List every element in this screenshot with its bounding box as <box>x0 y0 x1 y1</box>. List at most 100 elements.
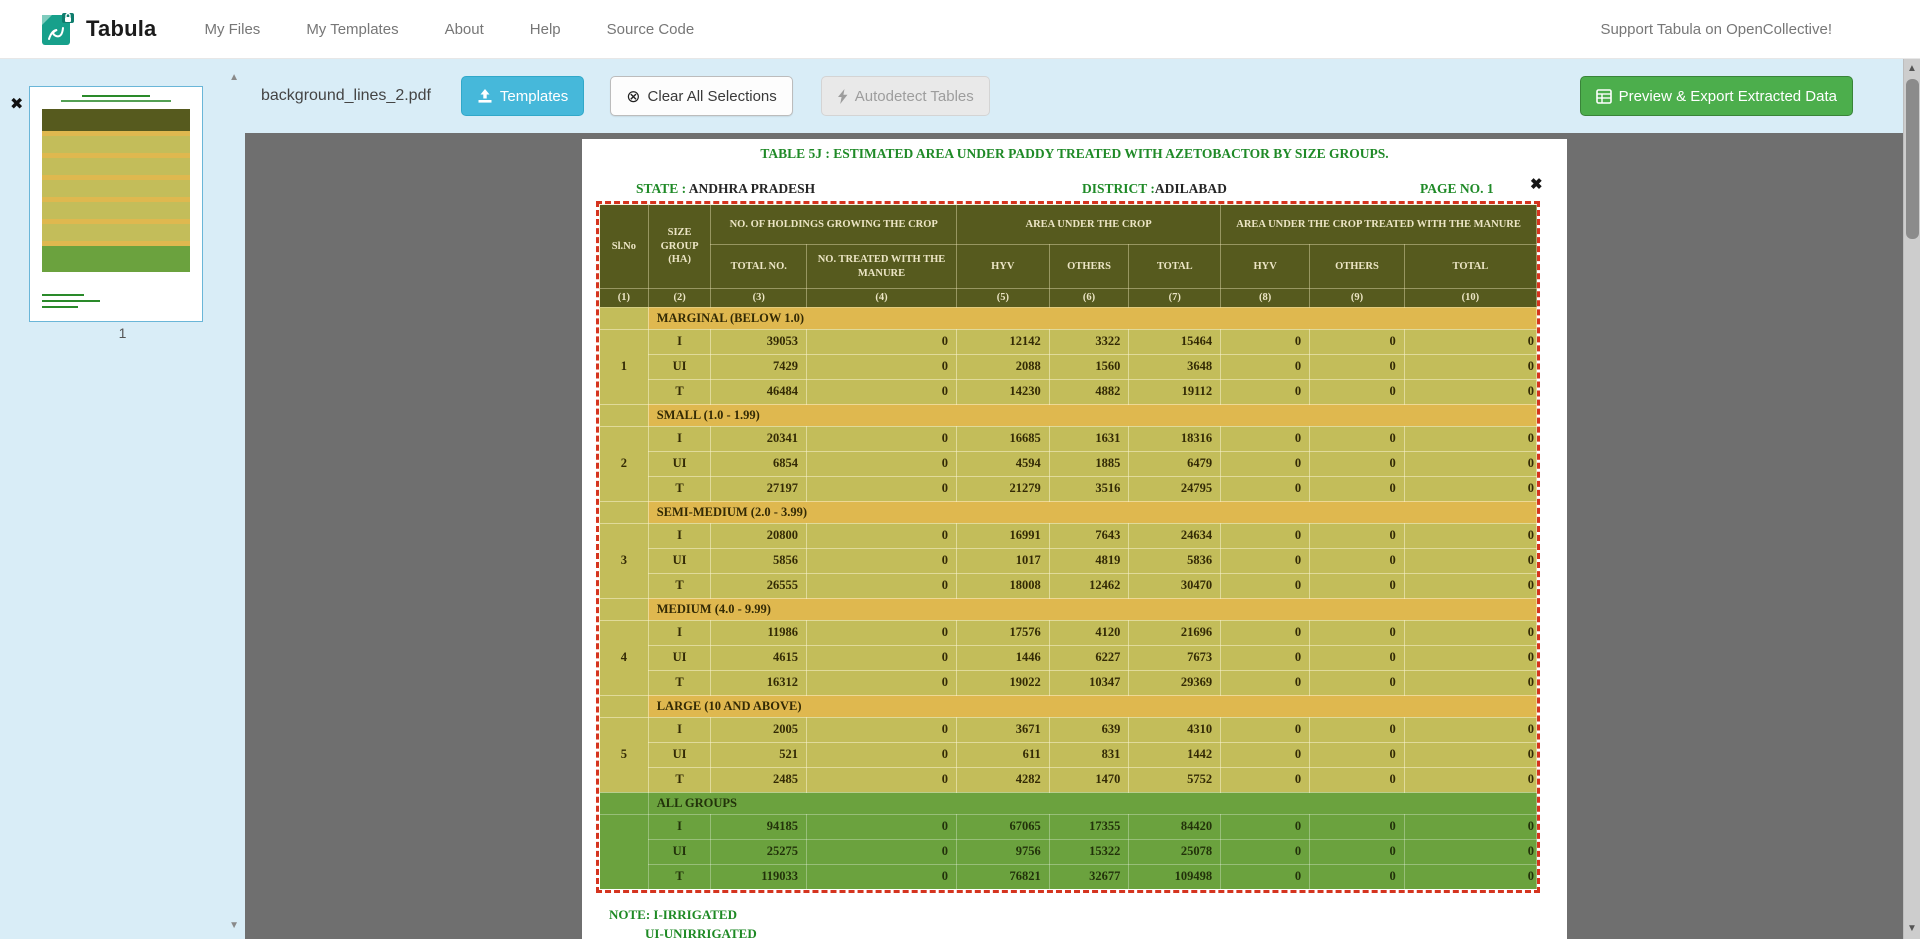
table-row: UI74290208815603648000 <box>600 354 1537 379</box>
table-row: UI68540459418856479000 <box>600 451 1537 476</box>
tabula-logo-icon <box>40 11 76 47</box>
value-cell: 32677 <box>1049 864 1129 889</box>
value-cell: 29369 <box>1129 670 1221 695</box>
value-cell: 0 <box>1221 645 1310 670</box>
table-row: T46484014230488219112000 <box>600 379 1537 404</box>
col-header-area: AREA UNDER THE CROP <box>956 205 1220 245</box>
group-band-row: MARGINAL (BELOW 1.0) <box>600 307 1537 329</box>
value-cell: 0 <box>807 354 957 379</box>
selection-close-icon[interactable]: ✖ <box>1530 177 1543 192</box>
rowtype-cell: T <box>648 670 711 695</box>
table-selection[interactable]: Sl.No SIZE GROUP (HA) NO. OF HOLDINGS GR… <box>596 201 1540 893</box>
nav-item-my-files[interactable]: My Files <box>204 21 260 38</box>
value-cell: 0 <box>1221 329 1310 354</box>
pdf-page[interactable]: TABLE 5J : ESTIMATED AREA UNDER PADDY TR… <box>582 139 1567 939</box>
nav-item-help[interactable]: Help <box>530 21 561 38</box>
group-band-row: SEMI-MEDIUM (2.0 - 3.99) <box>600 501 1537 523</box>
value-cell: 18316 <box>1129 426 1221 451</box>
value-cell: 0 <box>1404 839 1536 864</box>
thumbnail-title-line <box>82 95 151 97</box>
value-cell: 6227 <box>1049 645 1129 670</box>
value-cell: 26555 <box>711 573 807 598</box>
group-band-corner <box>600 501 649 523</box>
table-icon <box>1596 89 1612 104</box>
support-link[interactable]: Support Tabula on OpenCollective! <box>1600 21 1832 38</box>
rowtype-cell: T <box>648 476 711 501</box>
lightning-icon <box>837 89 848 104</box>
sidebar-scroll-down-icon[interactable]: ▼ <box>229 921 239 931</box>
col-header-others: OTHERS <box>1049 245 1129 289</box>
col-number: (5) <box>956 289 1049 308</box>
group-label: SEMI-MEDIUM (2.0 - 3.99) <box>648 501 1536 523</box>
value-cell: 0 <box>1404 354 1536 379</box>
nav-item-source-code[interactable]: Source Code <box>607 21 695 38</box>
scroll-up-icon[interactable]: ▲ <box>1904 64 1920 74</box>
table-row: T24850428214705752000 <box>600 767 1537 792</box>
value-cell: 19112 <box>1129 379 1221 404</box>
nav-item-about[interactable]: About <box>445 21 484 38</box>
main-scrollbar[interactable]: ▲ ▼ <box>1903 59 1920 939</box>
thumbnail-table-header <box>42 109 190 131</box>
value-cell: 0 <box>807 767 957 792</box>
value-cell: 0 <box>1404 645 1536 670</box>
value-cell: 1017 <box>956 548 1049 573</box>
table-row: 3I20800016991764324634000 <box>600 523 1537 548</box>
scrollbar-thumb[interactable] <box>1906 79 1919 239</box>
table-row: UI46150144662277673000 <box>600 645 1537 670</box>
value-cell: 0 <box>1310 814 1405 839</box>
value-cell: 4310 <box>1129 717 1221 742</box>
autodetect-tables-button[interactable]: Autodetect Tables <box>821 76 990 116</box>
value-cell: 521 <box>711 742 807 767</box>
rowtype-cell: I <box>648 329 711 354</box>
value-cell: 1560 <box>1049 354 1129 379</box>
export-button-label: Preview & Export Extracted Data <box>1619 88 1837 105</box>
templates-button[interactable]: Templates <box>461 76 584 116</box>
value-cell: 0 <box>1221 523 1310 548</box>
circle-x-icon: ⊗ <box>626 88 640 105</box>
group-band-row: MEDIUM (4.0 - 9.99) <box>600 598 1537 620</box>
value-cell: 3671 <box>956 717 1049 742</box>
value-cell: 119033 <box>711 864 807 889</box>
document-area[interactable]: TABLE 5J : ESTIMATED AREA UNDER PADDY TR… <box>245 133 1903 939</box>
value-cell: 7643 <box>1049 523 1129 548</box>
value-cell: 24795 <box>1129 476 1221 501</box>
remove-file-icon[interactable]: ✖ <box>10 97 23 113</box>
value-cell: 84420 <box>1129 814 1221 839</box>
value-cell: 4120 <box>1049 620 1129 645</box>
value-cell: 16312 <box>711 670 807 695</box>
value-cell: 0 <box>1221 548 1310 573</box>
value-cell: 0 <box>1404 573 1536 598</box>
value-cell: 76821 <box>956 864 1049 889</box>
rowtype-cell: I <box>648 717 711 742</box>
note-line-1: NOTE: I-IRRIGATED <box>609 907 737 923</box>
value-cell: 0 <box>1404 864 1536 889</box>
value-cell: 0 <box>1310 864 1405 889</box>
nav-item-my-templates[interactable]: My Templates <box>306 21 398 38</box>
pdf-meta-line: STATE : ANDHRA PRADESH DISTRICT :ADILABA… <box>582 181 1567 199</box>
slno-cell: 2 <box>600 426 649 501</box>
export-button[interactable]: Preview & Export Extracted Data <box>1580 76 1853 116</box>
sidebar-scroll-up-icon[interactable]: ▲ <box>229 73 239 83</box>
thumbnail-table <box>42 109 190 272</box>
value-cell: 0 <box>1221 742 1310 767</box>
col-header-treated-no: NO. TREATED WITH THE MANURE <box>807 245 957 289</box>
note-line-2: UI-UNIRRIGATED <box>645 926 757 939</box>
group-band-corner <box>600 598 649 620</box>
value-cell: 5836 <box>1129 548 1221 573</box>
value-cell: 17355 <box>1049 814 1129 839</box>
clear-selections-button[interactable]: ⊗ Clear All Selections <box>610 76 792 116</box>
table-row: UI52106118311442000 <box>600 742 1537 767</box>
value-cell: 0 <box>1310 523 1405 548</box>
value-cell: 0 <box>1310 426 1405 451</box>
page-thumbnail[interactable] <box>29 86 203 322</box>
value-cell: 611 <box>956 742 1049 767</box>
scroll-down-icon[interactable]: ▼ <box>1904 924 1920 934</box>
value-cell: 0 <box>1404 476 1536 501</box>
value-cell: 0 <box>1310 767 1405 792</box>
slno-cell: 4 <box>600 620 649 695</box>
value-cell: 3648 <box>1129 354 1221 379</box>
value-cell: 0 <box>1310 354 1405 379</box>
value-cell: 1470 <box>1049 767 1129 792</box>
group-band-row: LARGE (10 AND ABOVE) <box>600 695 1537 717</box>
value-cell: 3322 <box>1049 329 1129 354</box>
